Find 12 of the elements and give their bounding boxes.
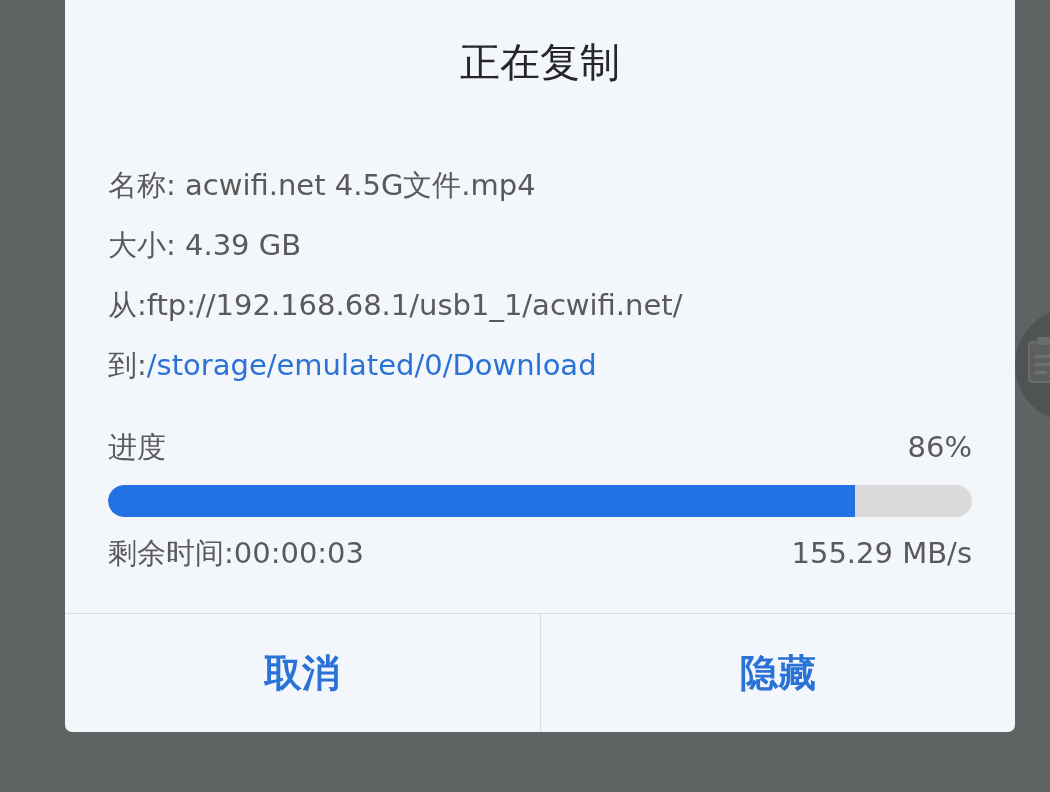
- path-link[interactable]: /storage/emulated/0/Download: [146, 335, 597, 395]
- progress-label: 进度: [108, 429, 166, 466]
- dialog-button[interactable]: 隐藏: [539, 614, 1015, 732]
- detail-text: 从:ftp://192.168.68.1/usb1_1/acwifi.net/: [108, 287, 683, 324]
- transfer-speed: 155.29 MB/s: [791, 535, 972, 572]
- dialog-title: 正在复制: [459, 38, 621, 87]
- progress-percent: 86%: [907, 429, 972, 466]
- dialog-button[interactable]: 取消: [65, 614, 540, 732]
- detail-label: 到:: [108, 347, 147, 384]
- remaining-time: 剩余时间:00:00:03: [108, 535, 364, 572]
- detail-text: 大小: 4.39 GB: [108, 227, 302, 264]
- detail-text: 名称: acwifi.net 4.5G文件.mp4: [108, 167, 536, 204]
